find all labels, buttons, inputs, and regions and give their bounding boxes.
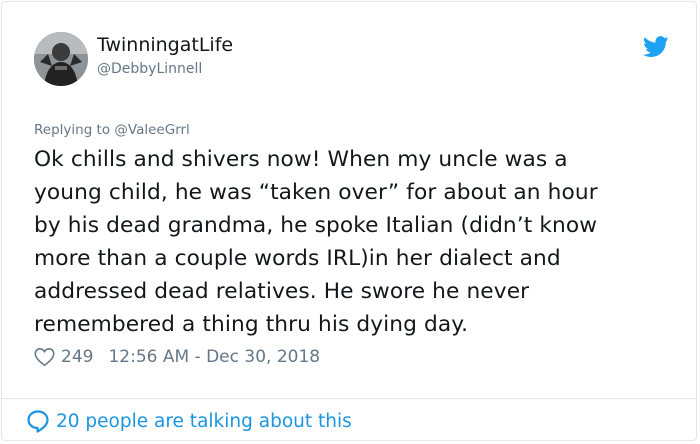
conversation-link[interactable]: 20 people are talking about this bbox=[26, 408, 352, 434]
tweet-text-line: young child, he was “taken over” for abo… bbox=[34, 180, 598, 205]
heart-icon[interactable] bbox=[34, 347, 55, 367]
twitter-bird-icon[interactable] bbox=[643, 36, 669, 58]
tweet-card: TwinningatLife @DebbyLinnell Replying to… bbox=[1, 1, 697, 441]
avatar[interactable] bbox=[34, 32, 88, 86]
tweet-meta: 249 12:56 AM - Dec 30, 2018 bbox=[34, 345, 320, 369]
reply-prefix: Replying to bbox=[34, 122, 111, 138]
like-count[interactable]: 249 bbox=[61, 347, 93, 367]
conversation-label: 20 people are talking about this bbox=[56, 410, 352, 432]
tweet-text-line: by his dead grandma, he spoke Italian (d… bbox=[34, 213, 598, 238]
divider bbox=[2, 398, 696, 399]
tweet-text-line: addressed dead relatives. He swore he ne… bbox=[34, 279, 530, 304]
reply-context: Replying to @ValeeGrrl bbox=[34, 122, 190, 138]
timestamp-link[interactable]: 12:56 AM - Dec 30, 2018 bbox=[108, 347, 320, 367]
tweet-text-line: more than a couple words IRL)in her dial… bbox=[34, 246, 561, 271]
tweet-text: Ok chills and shivers now! When my uncle… bbox=[34, 143, 674, 341]
display-name[interactable]: TwinningatLife bbox=[97, 34, 233, 56]
tweet-text-line: remembered a thing thru his dying day. bbox=[34, 312, 469, 337]
user-handle[interactable]: @DebbyLinnell bbox=[97, 61, 202, 77]
speech-bubble-icon bbox=[27, 410, 49, 433]
tweet-text-line: Ok chills and shivers now! When my uncle… bbox=[34, 147, 568, 172]
reply-mention-link[interactable]: @ValeeGrrl bbox=[114, 122, 189, 138]
